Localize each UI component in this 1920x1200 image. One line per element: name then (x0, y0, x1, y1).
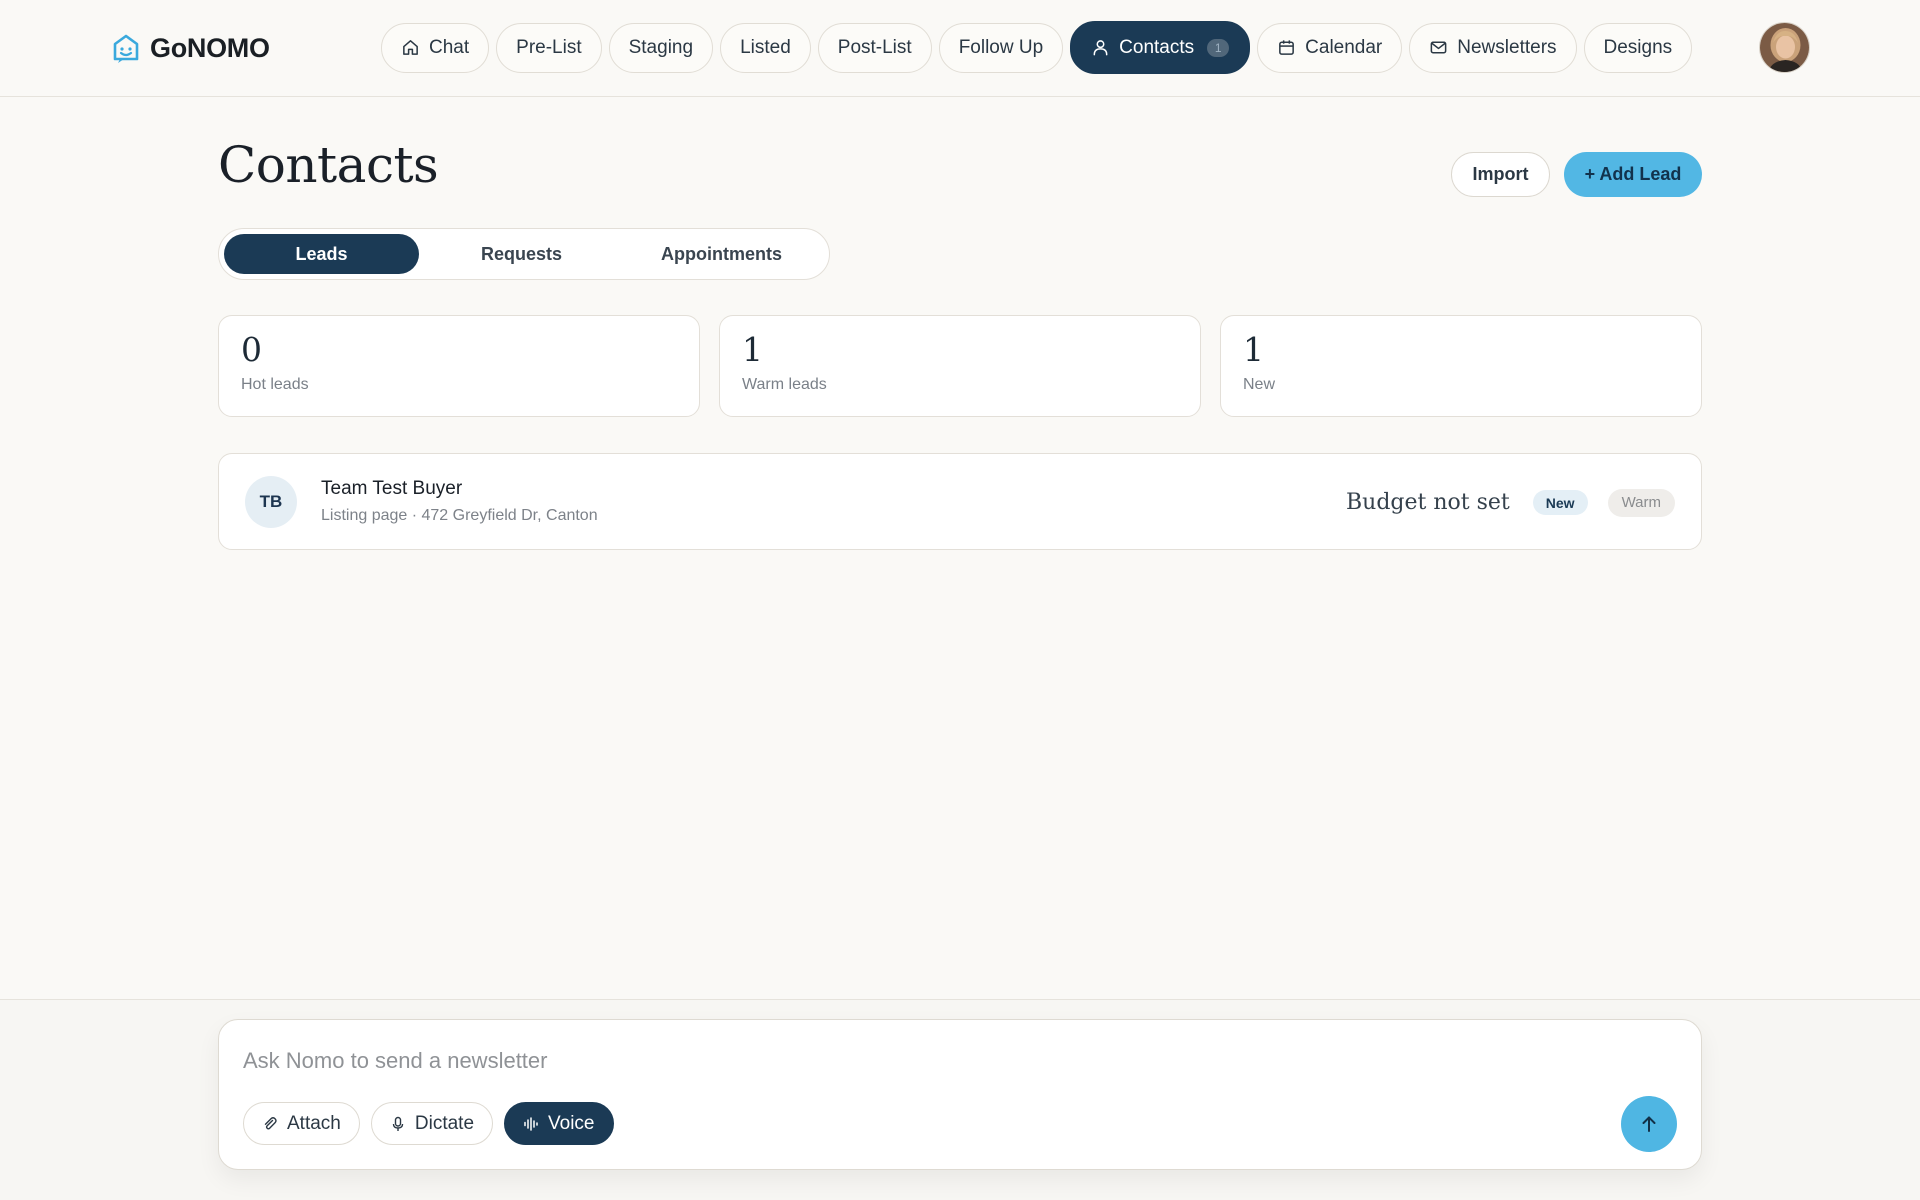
stat-label: New (1243, 376, 1276, 394)
voice-button[interactable]: Voice (504, 1102, 614, 1145)
stat-label: Hot leads (241, 376, 309, 394)
chat-composer: Attach Dictate Voice (218, 1019, 1702, 1170)
stat-card-hot-leads: 0 Hot leads (218, 315, 700, 417)
add-lead-button[interactable]: + Add Lead (1564, 152, 1702, 197)
lead-initials-avatar: TB (245, 476, 297, 528)
nav-item-label: Chat (429, 36, 470, 58)
contacts-count-badge: 1 (1207, 38, 1230, 57)
nav-item-staging[interactable]: Staging (608, 22, 714, 73)
calendar-icon (1279, 40, 1295, 55)
nav-item-chat[interactable]: Chat (381, 22, 490, 73)
nav-item-post-list[interactable]: Post-List (817, 22, 932, 73)
send-button[interactable] (1621, 1096, 1677, 1152)
tab-requests[interactable]: Requests (424, 234, 619, 274)
dictate-button[interactable]: Dictate (370, 1102, 494, 1145)
stat-value: 1 (1243, 330, 1264, 369)
nav-item-label: Listed (740, 36, 791, 58)
attach-button[interactable]: Attach (243, 1102, 360, 1145)
lead-budget: Budget not set (1346, 490, 1510, 515)
dictate-label: Dictate (414, 1112, 475, 1134)
mail-icon (1430, 41, 1447, 54)
nav-item-listed[interactable]: Listed (720, 22, 811, 73)
user-avatar-photo (1760, 23, 1809, 72)
arrow-up-icon (1642, 1116, 1656, 1132)
import-button[interactable]: Import (1451, 152, 1550, 197)
waveform-icon (524, 1116, 538, 1131)
lead-source: Listing page · 472 Greyfield Dr, Canton (321, 507, 598, 524)
nav-item-label: Designs (1603, 36, 1673, 58)
microphone-icon (392, 1116, 404, 1131)
tab-appointments[interactable]: Appointments (624, 234, 819, 274)
nav-item-label: Pre-List (516, 36, 582, 58)
lead-row[interactable]: TB Team Test Buyer Listing page · 472 Gr… (218, 453, 1702, 550)
lead-stats: 0 Hot leads 1 Warm leads 1 New (218, 315, 1702, 417)
home-icon (403, 40, 418, 55)
tab-leads[interactable]: Leads (224, 234, 419, 274)
contacts-tabs: Leads Requests Appointments (218, 228, 830, 280)
lead-name: Team Test Buyer (321, 478, 463, 499)
brand-name: GoNOMO (150, 32, 270, 63)
stat-label: Warm leads (742, 376, 827, 394)
stat-value: 0 (241, 330, 262, 369)
nav-item-pre-list[interactable]: Pre-List (496, 22, 602, 73)
page-title: Contacts (218, 136, 439, 194)
status-badge-warm: Warm (1607, 488, 1675, 517)
stat-card-warm-leads: 1 Warm leads (719, 315, 1201, 417)
nav-item-label: Post-List (837, 36, 912, 58)
nav-item-label: Newsletters (1457, 36, 1557, 58)
composer-input[interactable] (243, 1046, 1543, 1076)
nav-item-designs[interactable]: Designs (1583, 22, 1693, 73)
nav-item-newsletters[interactable]: Newsletters (1409, 22, 1577, 73)
attach-label: Attach (287, 1112, 341, 1134)
nav-item-label: Calendar (1305, 36, 1383, 58)
nav-item-follow-up[interactable]: Follow Up (938, 22, 1064, 73)
nav-item-calendar[interactable]: Calendar (1257, 22, 1403, 73)
paperclip-icon (264, 1116, 277, 1129)
nav-item-contacts[interactable]: Contacts 1 (1070, 21, 1251, 74)
main-nav: Chat Pre-List Staging Listed Post-List F… (381, 21, 1693, 74)
nav-item-label: Staging (628, 36, 694, 58)
voice-label: Voice (548, 1112, 595, 1134)
status-badge-new: New (1532, 490, 1588, 515)
user-avatar[interactable] (1759, 22, 1810, 73)
nav-item-label: Follow Up (958, 36, 1044, 58)
stat-card-new: 1 New (1220, 315, 1702, 417)
top-navigation-bar: GoNOMO Chat Pre-List Staging Listed Post… (0, 0, 1920, 97)
brand[interactable]: GoNOMO (112, 30, 270, 66)
house-face-icon (113, 34, 139, 63)
person-icon (1093, 40, 1108, 56)
lead-details: Budget not set New Warm (1346, 454, 1675, 551)
stat-value: 1 (742, 330, 763, 369)
composer-tools: Attach Dictate Voice (243, 1102, 614, 1145)
nav-item-label: Contacts (1119, 36, 1195, 58)
